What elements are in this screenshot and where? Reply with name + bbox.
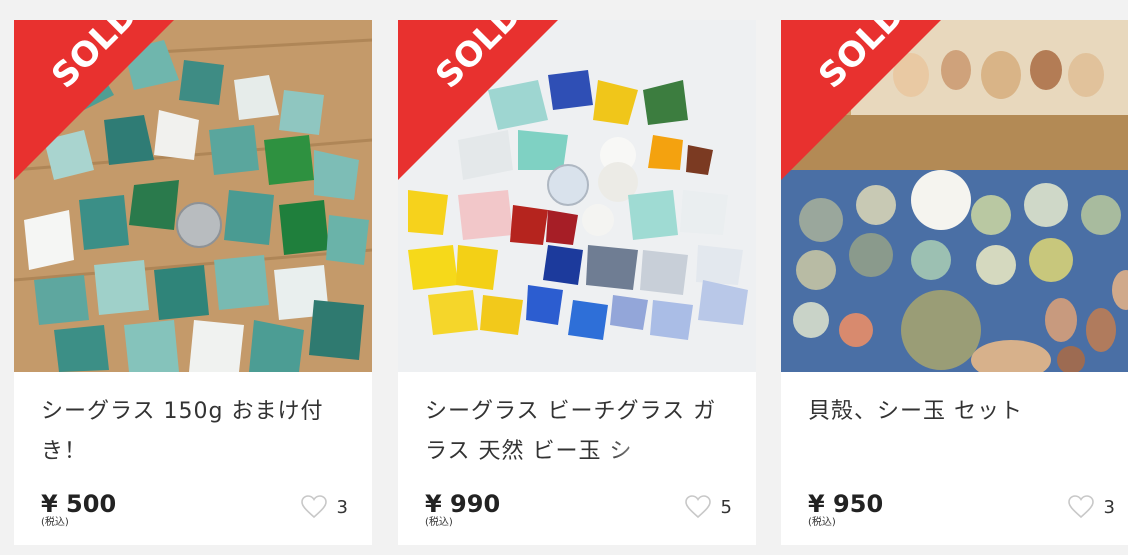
product-image[interactable]: SOLD [14,20,372,372]
sold-ribbon: SOLD [398,20,558,180]
product-title[interactable]: 貝殻、シー玉 セット [808,392,1108,472]
sold-ribbon: SOLD [14,20,174,180]
like-count: 3 [336,496,348,518]
product-image[interactable]: SOLD [398,20,756,372]
like-count: 3 [1103,496,1115,518]
sold-ribbon: SOLD [781,20,941,180]
product-card[interactable]: SOLD シーグラス 150g おまけ付き！ ¥ 500 (税込) 3 [14,20,372,545]
product-title[interactable]: シーグラス 150g おまけ付き！ [41,392,341,472]
tax-included-note: (税込) [808,517,836,528]
product-price: ¥ 990 [425,490,501,518]
like-count: 5 [720,496,732,518]
like-button[interactable]: 3 [1067,494,1115,520]
tax-included-note: (税込) [41,517,69,528]
heart-icon [684,495,711,519]
heart-icon [1067,495,1094,519]
product-price: ¥ 500 [41,490,117,518]
product-card[interactable]: SOLD シーグラス ビーチグラス ガラス 天然 ビー玉 シ ¥ 990 (税込… [398,20,756,545]
product-card[interactable]: SOLD 貝殻、シー玉 セット ¥ 950 (税込) 3 [781,20,1128,545]
like-button[interactable]: 5 [684,494,732,520]
product-price: ¥ 950 [808,490,884,518]
tax-included-note: (税込) [425,517,453,528]
like-button[interactable]: 3 [300,494,348,520]
product-image[interactable]: SOLD [781,20,1128,372]
product-title[interactable]: シーグラス ビーチグラス ガラス 天然 ビー玉 シ [425,392,725,472]
heart-icon [300,495,327,519]
